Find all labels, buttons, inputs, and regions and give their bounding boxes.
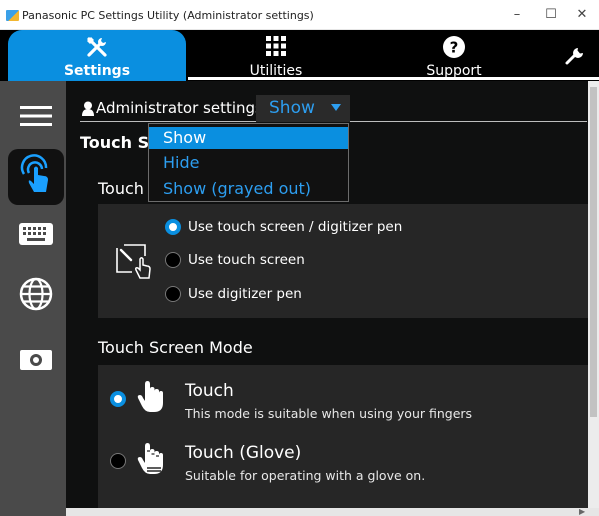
mode-name: Touch (Glove) <box>185 443 302 463</box>
radio-pen-only[interactable] <box>165 286 181 302</box>
touch-icon <box>16 154 56 200</box>
sidebar-item-language[interactable] <box>8 271 64 321</box>
dropdown-option-show[interactable]: Show <box>149 127 348 149</box>
window-title: Panasonic PC Settings Utility (Administr… <box>22 9 314 22</box>
touch-subsection-title: Touch <box>98 179 144 198</box>
touch-mode-card <box>98 365 588 508</box>
title-bar: Panasonic PC Settings Utility (Administr… <box>0 0 599 30</box>
admin-select-value: Show <box>269 98 315 118</box>
top-navigation: Settings Utilities ? Support <box>0 30 599 81</box>
grid-icon <box>265 35 287 61</box>
admin-visibility-dropdown: Show Hide Show (grayed out) <box>148 123 349 202</box>
radio-touch-and-pen[interactable] <box>165 219 181 235</box>
close-button[interactable]: ✕ <box>565 0 599 30</box>
person-icon <box>82 101 94 120</box>
sidebar-item-keyboard[interactable] <box>8 211 64 261</box>
dropdown-option-hide[interactable]: Hide <box>149 152 348 174</box>
sidebar <box>0 81 66 516</box>
tab-settings-label: Settings <box>63 63 131 79</box>
radio-touch-only[interactable] <box>165 252 181 268</box>
touch-option-label: Use touch screen <box>188 252 305 268</box>
maximize-button[interactable]: ☐ <box>534 0 568 30</box>
glove-icon <box>136 442 166 480</box>
touch-pen-icon <box>114 242 154 284</box>
tools-icon <box>85 35 109 63</box>
scroll-right-icon[interactable]: ▶ <box>579 507 585 516</box>
horizontal-scrollbar[interactable] <box>66 508 599 516</box>
sidebar-item-camera[interactable] <box>8 337 64 387</box>
sidebar-item-touch[interactable] <box>8 149 64 205</box>
tab-utilities[interactable]: Utilities <box>188 30 364 81</box>
mode-description: Suitable for operating with a glove on. <box>185 468 426 483</box>
app-icon <box>6 10 19 21</box>
hand-icon <box>136 380 166 418</box>
minimize-button[interactable]: – <box>500 0 534 30</box>
radio-mode-touch[interactable] <box>110 391 126 407</box>
question-icon: ? <box>442 35 466 63</box>
dropdown-option-show-grayed[interactable]: Show (grayed out) <box>149 178 348 200</box>
camera-icon <box>20 350 52 374</box>
svg-text:?: ? <box>450 39 459 57</box>
mode-name: Touch <box>185 381 234 401</box>
touch-option-label: Use touch screen / digitizer pen <box>188 219 403 235</box>
sidebar-item-menu[interactable] <box>8 93 64 143</box>
touch-option-label: Use digitizer pen <box>188 286 302 302</box>
tab-settings[interactable]: Settings <box>8 30 186 81</box>
radio-mode-glove[interactable] <box>110 453 126 469</box>
touch-screen-title: Touch Sc <box>80 133 159 152</box>
globe-icon <box>19 277 53 315</box>
chevron-down-icon <box>331 104 341 111</box>
tab-support[interactable]: ? Support <box>364 30 544 81</box>
scrollbar-thumb[interactable] <box>590 87 597 417</box>
touch-screen-mode-title: Touch Screen Mode <box>98 338 253 357</box>
admin-visibility-select[interactable]: Show <box>256 95 350 122</box>
tab-underline <box>188 77 599 80</box>
mode-description: This mode is suitable when using your fi… <box>185 406 473 421</box>
keyboard-icon <box>19 223 53 249</box>
vertical-scrollbar[interactable] <box>588 81 599 508</box>
hamburger-menu-icon <box>20 105 52 131</box>
wrench-icon[interactable] <box>562 40 588 70</box>
admin-settings-label: Administrator settings <box>96 99 263 117</box>
